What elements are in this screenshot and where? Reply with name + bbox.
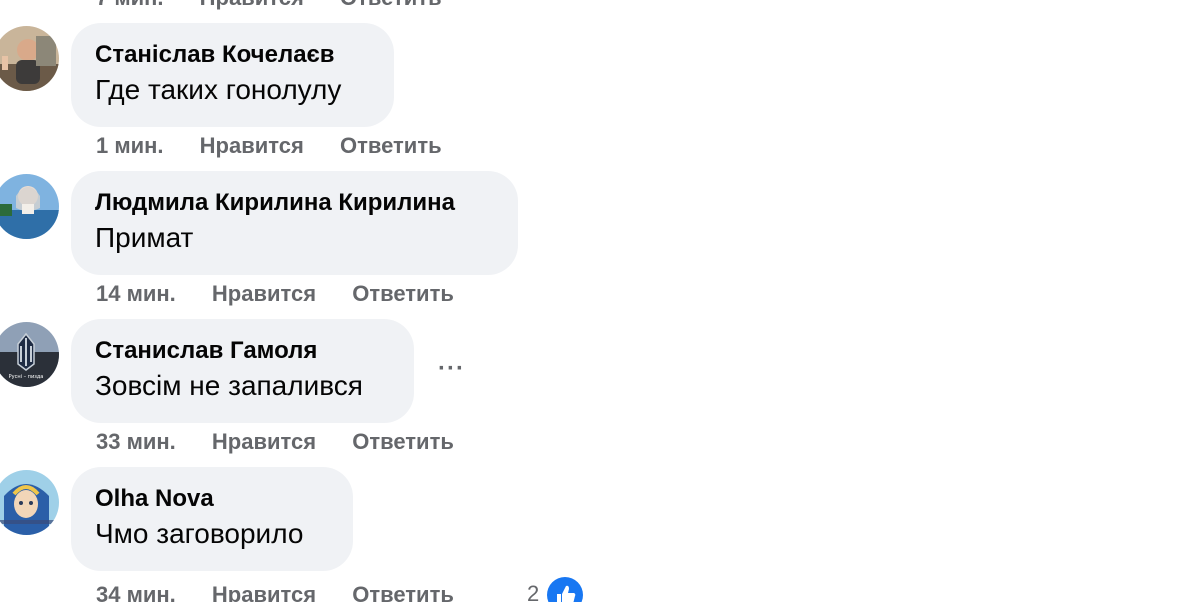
reply-link[interactable]: Ответить [352, 582, 454, 602]
avatar-caption: Русні – пизда [9, 374, 44, 380]
comment-timestamp[interactable]: 34 мин. [96, 582, 176, 602]
comments-feed: 7 мин. Нравится Ответить Станіслав Кочел… [0, 0, 1202, 602]
comment-text: Чмо заговорило [95, 518, 304, 549]
comment-timestamp[interactable]: 7 мин. [96, 0, 164, 10]
like-link[interactable]: Нравится [212, 429, 316, 454]
comment-timestamp[interactable]: 33 мин. [96, 429, 176, 454]
like-link[interactable]: Нравится [200, 133, 304, 158]
comment-bubble: Станислав Гамоля Зовсім не запалився [71, 319, 414, 423]
avatar[interactable] [0, 174, 59, 239]
avatar[interactable] [0, 470, 59, 535]
comment-actions: 14 мин. Нравится Ответить [96, 280, 484, 308]
comment-bubble: Станіслав Кочелаєв Где таких гонолулу [71, 23, 394, 127]
avatar[interactable] [0, 26, 59, 91]
comment-bubble: Olha Nova Чмо заговорило [71, 467, 353, 571]
reply-link[interactable]: Ответить [340, 133, 442, 158]
comment-text: Примат [95, 222, 194, 253]
comment-actions-previous: 7 мин. Нравится Ответить [96, 0, 472, 12]
reply-link[interactable]: Ответить [352, 281, 454, 306]
comment-actions: 33 мин. Нравится Ответить [96, 428, 484, 456]
more-options-button[interactable]: ··· [438, 355, 465, 383]
comment-timestamp[interactable]: 14 мин. [96, 281, 176, 306]
reaction-count[interactable]: 2 [527, 581, 539, 602]
like-link[interactable]: Нравится [200, 0, 304, 10]
comment-author[interactable]: Людмила Кирилина Кирилина [95, 188, 494, 218]
comment-author[interactable]: Станислав Гамоля [95, 336, 390, 366]
like-link[interactable]: Нравится [212, 582, 316, 602]
comment-timestamp[interactable]: 1 мин. [96, 133, 164, 158]
comment-bubble: Людмила Кирилина Кирилина Примат [71, 171, 518, 275]
like-link[interactable]: Нравится [212, 281, 316, 306]
comment-text: Где таких гонолулу [95, 74, 342, 105]
comment-author[interactable]: Olha Nova [95, 484, 329, 514]
comment-text: Зовсім не запалився [95, 370, 363, 401]
reply-link[interactable]: Ответить [340, 0, 442, 10]
reply-link[interactable]: Ответить [352, 429, 454, 454]
comment-actions: 34 мин. Нравится Ответить [96, 581, 484, 602]
comment-actions: 1 мин. Нравится Ответить [96, 132, 472, 160]
thumbs-up-icon[interactable] [547, 577, 583, 602]
avatar[interactable]: Русні – пизда [0, 322, 59, 387]
comment-author[interactable]: Станіслав Кочелаєв [95, 40, 370, 70]
